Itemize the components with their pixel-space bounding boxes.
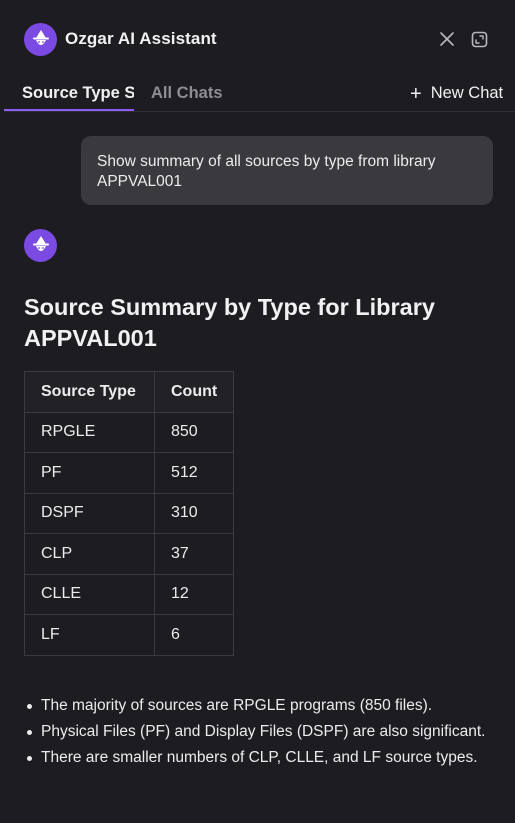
source-type-cell: LF [24, 614, 155, 656]
app-title: Ozgar AI Assistant [65, 29, 217, 48]
table-row: DSPF 310 [24, 492, 235, 534]
source-type-cell: CLLE [24, 573, 155, 615]
table-row: RPGLE 850 [24, 411, 235, 453]
new-chat-button[interactable]: + New Chat [410, 82, 504, 105]
response-title: Source Summary by Type for Library APPVA… [24, 294, 435, 351]
source-type-cell: DSPF [24, 492, 155, 534]
list-item: There are smaller numbers of CLP, CLLE, … [24, 748, 494, 768]
wizard-glyph [32, 29, 49, 45]
expand-button[interactable] [470, 30, 488, 48]
close-icon [440, 32, 454, 46]
plus-icon: + [410, 82, 422, 105]
wizard-icon [32, 235, 49, 251]
source-type-cell: PF [24, 452, 155, 494]
assistant-panel: Ozgar AI Assistant Source Type S All Cha… [0, 0, 515, 823]
tabs-divider [4, 111, 515, 112]
count-cell: 12 [153, 573, 235, 615]
count-cell: 310 [153, 492, 235, 534]
wizard-icon [24, 23, 57, 56]
summary-notes: The majority of sources are RPGLE progra… [24, 696, 494, 774]
user-message-text: Show summary of all sources by type from… [97, 153, 436, 190]
assistant-avatar [24, 229, 57, 262]
table-header-row: Source Type Count [24, 371, 235, 413]
table-row: PF 512 [24, 452, 235, 494]
source-type-cell: CLP [24, 533, 155, 575]
column-header-source-type: Source Type [24, 371, 155, 413]
user-message-bubble: Show summary of all sources by type from… [81, 136, 493, 205]
new-chat-label: New Chat [430, 84, 504, 102]
close-button[interactable] [438, 30, 456, 48]
chat-tabs: Source Type S All Chats + New Chat [0, 78, 515, 112]
panel-header: Ozgar AI Assistant [0, 0, 515, 78]
tab-source-type[interactable]: Source Type S [22, 84, 134, 103]
count-cell: 37 [153, 533, 235, 575]
count-cell: 512 [153, 452, 235, 494]
list-item: Physical Files (PF) and Display Files (D… [24, 722, 494, 742]
table-row: LF 6 [24, 614, 235, 656]
list-item: The majority of sources are RPGLE progra… [24, 696, 494, 716]
count-cell: 6 [153, 614, 235, 656]
source-summary-table: Source Type Count RPGLE 850 PF 512 DSPF … [24, 371, 235, 656]
table-row: CLLE 12 [24, 573, 235, 615]
table-row: CLP 37 [24, 533, 235, 575]
expand-icon [471, 31, 487, 47]
source-type-cell: RPGLE [24, 411, 155, 453]
column-header-count: Count [153, 371, 235, 413]
count-cell: 850 [153, 411, 235, 453]
tab-all-chats[interactable]: All Chats [151, 84, 223, 103]
